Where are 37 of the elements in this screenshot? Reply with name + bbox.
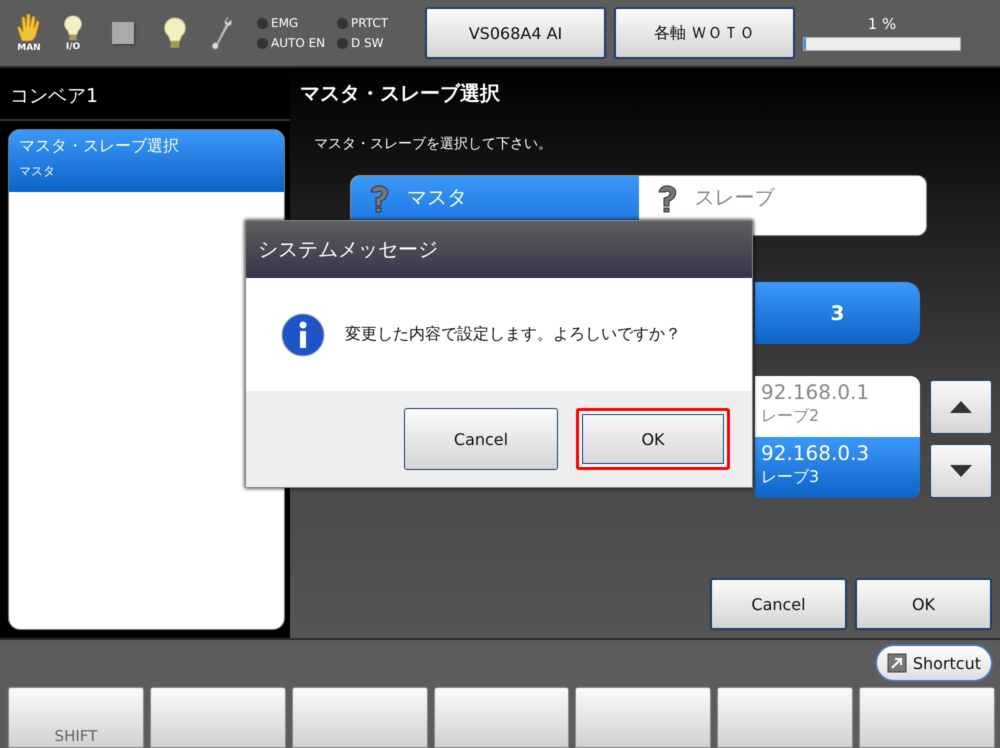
shortcut-button[interactable]: Shortcut [874,644,993,682]
list-item[interactable]: マスタ・スレーブ選択 マスタ [9,130,284,192]
instruction-text: マスタ・スレーブを選択して下さい。 [314,135,553,153]
segment-tab[interactable]: スレーブ [638,176,926,235]
dialog-button[interactable]: Cancel [404,408,558,470]
function-key[interactable] [292,687,428,748]
function-key[interactable] [717,687,854,748]
down-triangle-icon [950,465,972,477]
toolbar-button[interactable]: VS068A4 AI [425,7,606,59]
scroll-up-button[interactable] [930,380,992,434]
function-key[interactable] [575,687,712,748]
indicator-label: AUTO EN [271,36,326,50]
function-key[interactable] [150,687,286,748]
footer-button[interactable]: Cancel [710,578,847,630]
indicator-label: EMG [271,16,298,30]
indicator-label: PRTCT [351,16,388,30]
up-triangle-icon [950,401,972,413]
progress-reading: 1 % [868,15,896,33]
light-bulb-icon [64,14,82,42]
light-bulb-icon [164,16,186,50]
info-icon [281,312,325,356]
mode-label: MAN [17,43,41,53]
wrench-icon[interactable] [211,15,233,51]
page-title: マスタ・スレーブ選択 [300,80,501,107]
function-key[interactable] [434,687,570,748]
io-label: I/O [66,42,80,52]
number-button[interactable]: 3 [755,282,920,344]
indicator-label: D SW [351,36,384,50]
dialog-message: 変更した内容で設定します。よろしいですか？ [345,324,681,345]
device-list-item[interactable]: 92.168.0.3 レーブ3 [755,437,920,498]
footer-button[interactable]: OK [855,578,992,630]
toolbar-button[interactable]: 各軸 ＷＯＴＯ [614,7,795,59]
function-key[interactable]: SHIFT [8,687,144,748]
function-key[interactable] [859,687,996,748]
dialog-button[interactable]: OK [576,408,730,470]
scroll-down-button[interactable] [930,444,992,498]
dialog-title: システムメッセージ [246,221,752,278]
